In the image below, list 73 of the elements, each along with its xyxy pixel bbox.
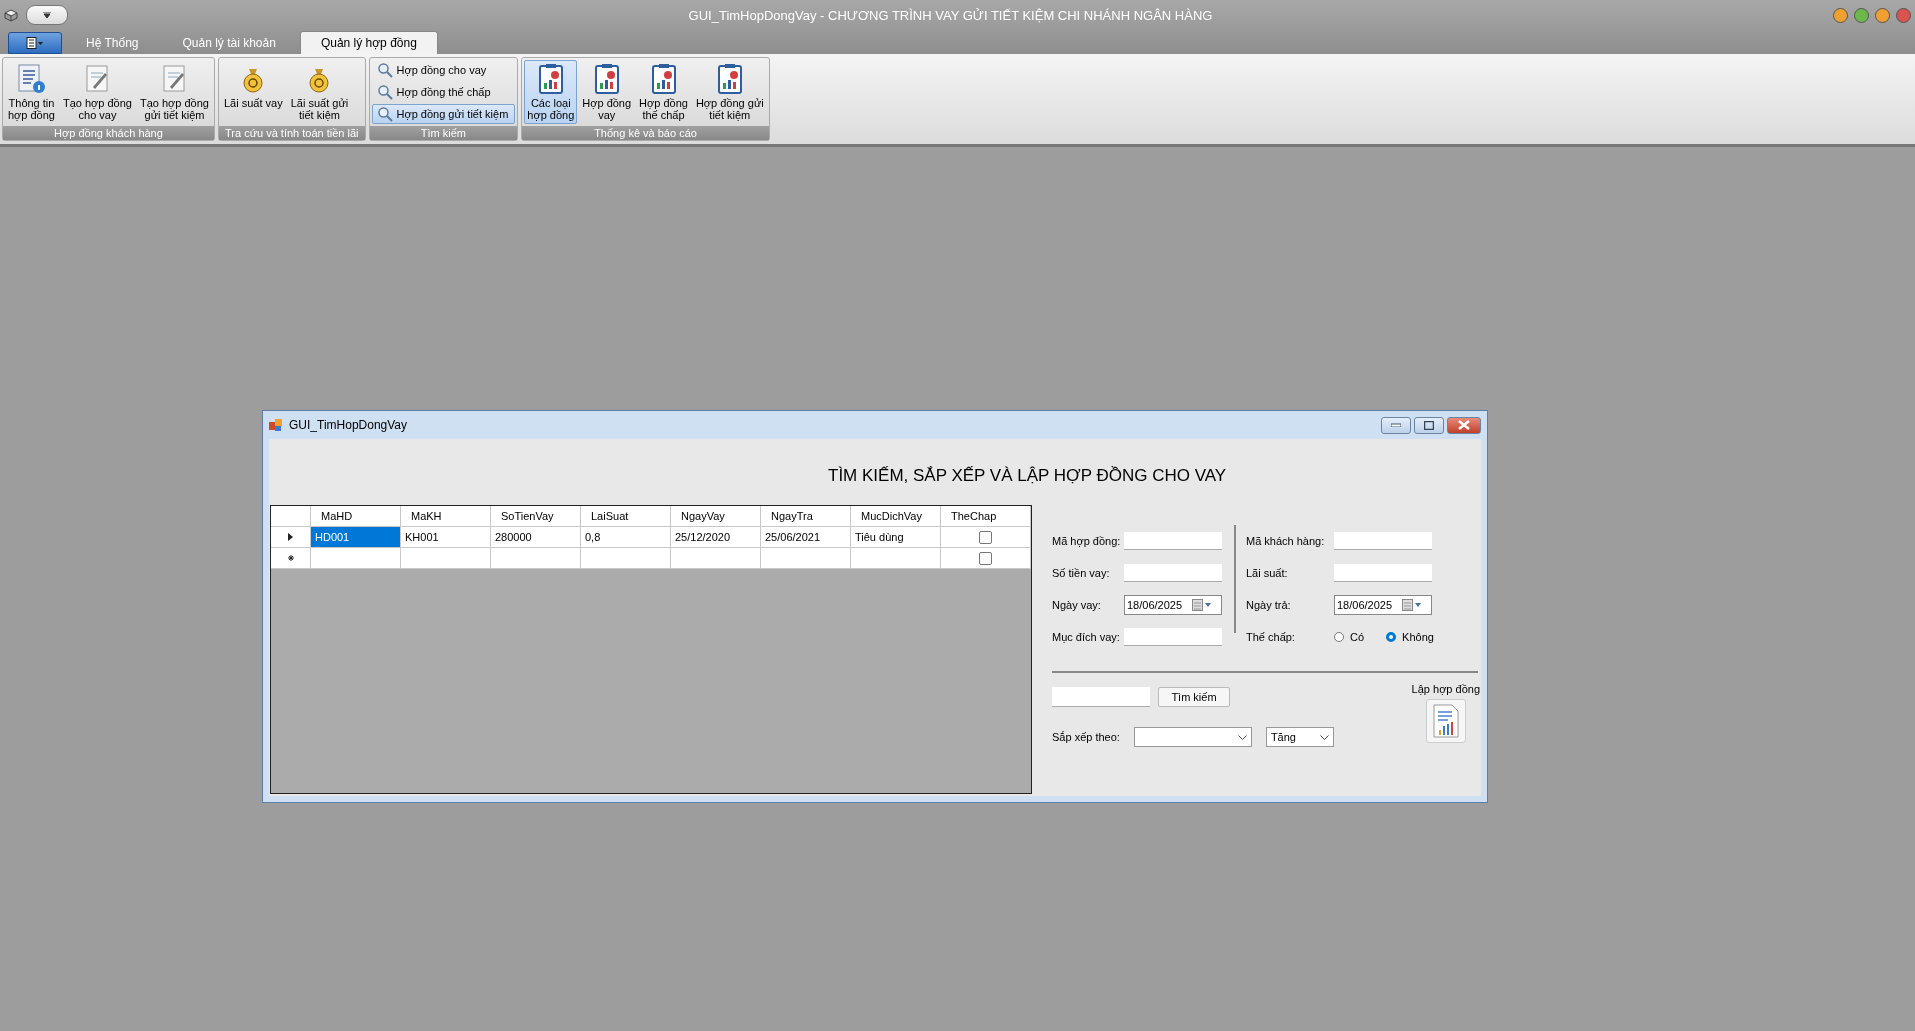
group-label: Tra cứu và tính toán tiền lãi [219,126,365,140]
text-field[interactable] [1334,532,1432,550]
list-icon [26,37,44,49]
text-field[interactable] [1124,628,1222,646]
radio-option[interactable]: Có [1334,631,1365,643]
dropdown-icon [43,12,51,18]
window-control-button[interactable] [1875,7,1890,23]
field-label: Thế chấp: [1246,631,1295,643]
report-chart-icon [1432,704,1459,738]
ribbon-tab[interactable]: Quản lý hợp đồng [299,31,438,54]
window-title: GUI_TimHopDongVay - CHƯƠNG TRÌNH VAY GỬI TIẾT KIỆM CHI NHÁNH NGÂN HÀNG [688,7,1213,23]
form-icon [269,418,283,432]
group-label: Tìm kiếm [369,126,518,140]
field-label: Mục đích vay: [1052,631,1120,643]
field-label: Sắp xếp theo: [1052,731,1120,743]
ribbon-button[interactable]: Lãi suất vay [221,60,286,124]
search-icon [376,62,393,78]
field-label: Ngày vay: [1052,599,1101,611]
search-icon [376,84,393,100]
calendar-icon [1402,599,1423,611]
sort-field-dropdown[interactable] [1133,727,1252,747]
date-picker[interactable]: 18/06/2025 [1124,595,1222,615]
minimize-icon [1391,423,1401,427]
form-heading: TÌM KIẾM, SẮP XẾP VÀ LẬP HỢP ĐỒNG CHO VAY [828,466,1227,486]
search-icon [376,106,393,122]
ribbon-button[interactable]: Hợp đồng thế chấp [636,60,691,124]
field-label: Lãi suất: [1246,567,1288,579]
dialog-title: GUI_TimHopDongVay [289,418,409,432]
chevron-down-icon [1319,734,1329,740]
maximize-button[interactable] [1414,416,1444,434]
text-field[interactable] [1334,564,1432,582]
chevron-down-icon [1237,734,1247,740]
text-field[interactable] [1124,564,1222,582]
checkbox[interactable] [979,551,992,565]
window-control-button[interactable] [1896,7,1911,23]
table-cell: HD001 [311,527,401,548]
ribbon-button[interactable]: Tạo hợp đồng gửi tiết kiệm [137,60,212,124]
close-button[interactable] [1447,416,1481,434]
group-label: Thống kê và báo cáo [522,126,769,140]
checkbox[interactable] [979,530,992,544]
ribbon-button[interactable]: Các loại hợp đồng [524,60,578,124]
sort-order-dropdown[interactable]: Tăng [1265,727,1334,747]
maximize-icon [1424,420,1434,430]
current-row-icon [288,533,293,541]
close-icon [1458,420,1470,430]
ribbon-button[interactable]: Hợp đồng cho vay [371,60,516,80]
calendar-icon [1192,599,1213,611]
field-label: Số tiền vay: [1052,567,1110,579]
group-label: Hợp đồng khách hàng [3,126,214,140]
ribbon-button[interactable]: Lãi suất gửi tiết kiệm [287,60,352,124]
search-field[interactable] [1052,687,1150,707]
date-picker[interactable]: 18/06/2025 [1334,595,1432,615]
field-label: Ngày trả: [1246,599,1291,611]
field-label: Mã khách hàng: [1246,535,1325,547]
search-button[interactable]: Tìm kiếm [1158,687,1230,707]
ribbon-button[interactable]: Hợp đồng gửi tiết kiệm [371,104,516,124]
ribbon-button[interactable]: Hợp đồng gửi tiết kiệm [692,60,767,124]
window-control-button[interactable] [1854,7,1869,23]
ribbon-button[interactable]: Hợp đồng vay [579,60,635,124]
application-menu-button[interactable] [8,32,62,54]
field-label: Mã hợp đồng: [1052,535,1121,547]
new-row-icon [287,555,294,561]
group-label: Lập hợp đồng [1411,683,1480,695]
quick-access-button[interactable] [26,5,68,25]
ribbon-button[interactable]: Tạo hợp đồng cho vay [60,60,135,124]
ribbon-button[interactable]: Hợp đồng thế chấp [371,82,516,102]
window-control-button[interactable] [1833,7,1848,23]
text-field[interactable] [1124,532,1222,550]
create-contract-button[interactable] [1425,699,1466,743]
ribbon-button[interactable]: Thông tin hợp đồng [5,60,58,124]
app-icon[interactable] [4,8,18,22]
document-info-icon [15,63,48,95]
radio-option[interactable]: Không [1386,631,1434,643]
